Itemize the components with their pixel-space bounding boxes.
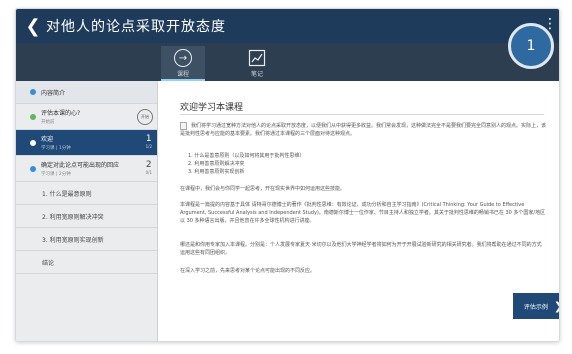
start-badge: 开始 — [137, 109, 153, 125]
back-arrow-icon[interactable]: ❮ — [20, 9, 46, 43]
status-dot-icon — [30, 165, 36, 172]
progress-value: 1 — [526, 38, 536, 54]
sidebar-item-assessment[interactable]: 评估本课的心? 开始前 开始 — [16, 104, 157, 130]
tab-notes[interactable]: 笔记 — [235, 46, 279, 81]
sidebar-subitem-charity-principle[interactable]: 1. 什么是最意原则 — [16, 182, 157, 205]
header-bar: ❮ 对他人的论点采取开放态度 ⋮ — [16, 9, 559, 43]
lesson-count-sub: 1/2 — [145, 144, 152, 149]
button-label: 评估示例 — [523, 303, 548, 311]
status-dot-icon — [30, 113, 36, 120]
page-title: 欢迎学习本课程 — [180, 103, 244, 113]
chevron-right-icon: ❯ — [554, 300, 559, 313]
intro-paragraph: 我们将学习通过宽种方法对他人的论点采取开放态度，以便我们从中获得更多收益。我们常… — [180, 123, 547, 137]
sidebar-subitem-resolve-conflict[interactable]: 2. 利用宽原则解决冲突 — [16, 205, 157, 228]
lesson-meta: 学习课 | 1分钟 — [41, 146, 71, 151]
tab-course-label: 课程 — [176, 71, 189, 78]
info-dot-icon — [30, 89, 36, 95]
lesson-title: 评估本课的心? — [41, 110, 81, 117]
sidebar-item-label: 内容简介 — [41, 89, 66, 97]
sidebar-item-intro[interactable]: 内容简介 — [16, 81, 157, 104]
tab-notes-label: 笔记 — [250, 71, 263, 78]
evaluate-examples-button[interactable]: 评估示例 ❯ — [513, 293, 559, 319]
lesson-count-sub: 0/1 — [145, 170, 152, 175]
sidebar-item-responses[interactable]: 确定对此论点可能出现的回应 学习课 | 2分钟 2 0/1 — [16, 156, 157, 182]
main-content: 欢迎学习本课程 我们将学习通过宽种方法对他人的论点采取开放态度，以便我们从中获得… — [158, 81, 559, 341]
lesson-count: 2 0/1 — [146, 161, 152, 177]
tab-course[interactable]: → 课程 — [161, 46, 205, 81]
list-item: 3. 利用善意原则实现创新 — [188, 169, 245, 175]
sidebar-subitem-conclusion[interactable]: 结论 — [16, 251, 157, 274]
app-window: ❮ 对他人的论点采取开放态度 ⋮ → 课程 笔记 1 内容简介 评估本课的心? — [15, 8, 560, 342]
paragraph: 本课程是一篇提的内容基于具体 请特哥尔德博士的著作《批判性思维：有效论证、成功分… — [180, 202, 546, 224]
toolbar: → 课程 笔记 — [16, 43, 559, 81]
list-item: 2. 利用善意原则解决冲突 — [188, 161, 245, 167]
paragraph: 在课程中，我们会与你同学一起思考，开在现实世界中如何运用这些技能。 — [180, 186, 346, 192]
sidebar-item-welcome[interactable]: 欢迎 学习课 | 1分钟 1 1/2 — [16, 130, 157, 156]
topic-list: 1. 什么是善意原则（以及如何将其用于批判性思维） 2. 利用善意原则解决冲突 … — [188, 152, 304, 176]
progress-indicator[interactable]: 1 — [508, 23, 554, 69]
sidebar-subitem-innovation[interactable]: 3. 利用宽原则实现创新 — [16, 228, 157, 251]
status-dot-icon — [30, 139, 36, 146]
arrow-right-icon: → — [174, 49, 192, 67]
course-title: 对他人的论点采取开放态度 — [46, 19, 226, 35]
lesson-count: 1 1/2 — [146, 135, 152, 151]
chart-icon — [248, 49, 266, 67]
sidebar: 内容简介 评估本课的心? 开始前 开始 欢迎 学习课 | 1分钟 1 1/2 确… — [16, 81, 158, 341]
lesson-meta: 开始前 — [41, 120, 55, 125]
divider — [180, 114, 544, 115]
lesson-title: 确定对此论点可能出现的回应 — [41, 162, 120, 169]
list-item: 1. 什么是善意原则（以及如何将其用于批判性思维） — [188, 153, 305, 159]
paragraph: 哪还是和你用专家加入本课程。分别是：个人发展专家夏天·米切尔以及他们大学神经学者… — [180, 242, 542, 256]
paragraph: 在深入学习之前，先来思考对某个论点可能出现的不同反应。 — [180, 268, 316, 274]
lesson-title: 欢迎 — [41, 136, 54, 143]
lesson-meta: 学习课 | 2分钟 — [41, 172, 71, 177]
